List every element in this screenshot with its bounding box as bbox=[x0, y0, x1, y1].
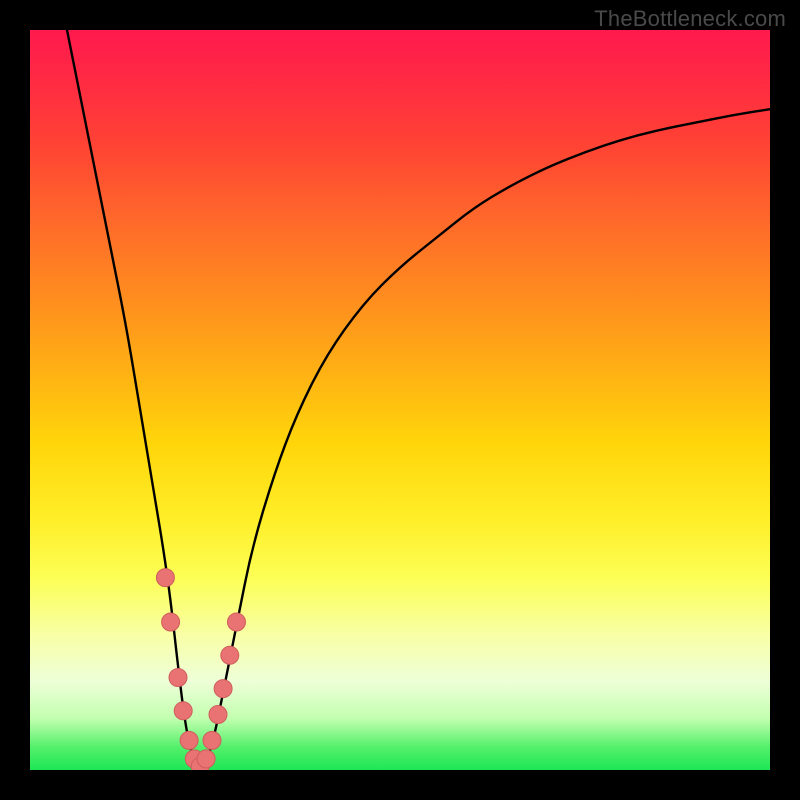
chart-svg bbox=[30, 30, 770, 770]
data-point-marker bbox=[209, 706, 227, 724]
data-point-marker bbox=[162, 613, 180, 631]
data-point-marker bbox=[156, 569, 174, 587]
chart-frame: TheBottleneck.com bbox=[0, 0, 800, 800]
watermark-text: TheBottleneck.com bbox=[594, 6, 786, 32]
bottleneck-curve bbox=[67, 30, 770, 767]
data-point-marker bbox=[169, 669, 187, 687]
data-point-marker bbox=[180, 731, 198, 749]
data-point-marker bbox=[228, 613, 246, 631]
data-point-marker bbox=[221, 646, 239, 664]
data-point-marker bbox=[174, 702, 192, 720]
data-point-marker bbox=[203, 731, 221, 749]
data-point-marker bbox=[214, 680, 232, 698]
plot-area bbox=[30, 30, 770, 770]
data-point-marker bbox=[197, 750, 215, 768]
